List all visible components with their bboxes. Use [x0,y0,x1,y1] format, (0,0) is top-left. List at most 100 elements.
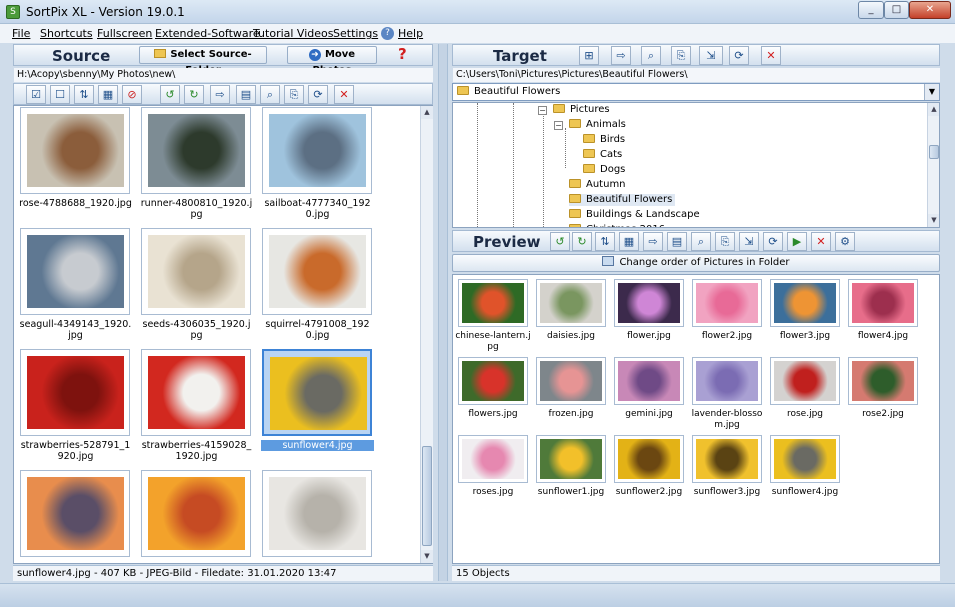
copy-icon[interactable]: ⎘ [284,85,304,104]
tree-expander-icon[interactable]: − [538,106,547,115]
preview-thumbnail[interactable]: chinese-lantern.jpg [455,279,531,353]
copy-icon[interactable]: ⎘ [715,232,735,251]
rotate-left-icon[interactable]: ↺ [550,232,570,251]
target-folder-combo[interactable]: Beautiful Flowers ▼ [452,83,940,101]
sort-icon[interactable]: ⇅ [595,232,615,251]
tree-item[interactable]: Cats [583,149,622,161]
tree-expander-icon[interactable]: − [554,121,563,130]
tree-item[interactable]: Beautiful Flowers [569,194,676,206]
preview-thumbnail[interactable]: flowers.jpg [455,357,531,431]
rotate-right-icon[interactable]: ↻ [184,85,204,104]
delete-icon[interactable]: ✕ [334,85,354,104]
move-icon[interactable]: ⇨ [611,46,631,65]
copy-icon[interactable]: ⎘ [671,46,691,65]
no-icon[interactable]: ⊘ [122,85,142,104]
tree-item[interactable]: Dogs [583,164,625,176]
preview-thumbnail[interactable]: roses.jpg [455,435,531,509]
move-to-icon[interactable]: ⇲ [699,46,723,65]
preview-thumbnail[interactable]: sunflower3.jpg [689,435,765,509]
thumbnail-frame [262,349,372,436]
delete-icon[interactable]: ✕ [761,46,781,65]
scrollbar-thumb[interactable] [422,446,432,546]
menu-help[interactable]: Help [398,27,423,40]
refresh-icon[interactable]: ⟳ [308,85,328,104]
chevron-down-icon[interactable]: ▼ [924,84,939,100]
source-thumbnail[interactable]: seeds-4306035_1920.jpg [140,228,253,346]
select-source-folder-button[interactable]: Select Source-Folder [139,46,267,76]
tree-item[interactable]: Christmas 2016 [569,224,665,227]
tree-item[interactable]: Birds [583,134,625,146]
menu-fullscreen[interactable]: Fullscreen [97,27,152,40]
preview-thumbnail[interactable]: flower.jpg [611,279,687,353]
rotate-right-icon[interactable]: ↻ [572,232,592,251]
thumbnail-image [27,114,124,187]
search-icon[interactable]: ⌕ [641,46,661,65]
source-thumbnail[interactable]: strawberries-4159028_1920.jpg [140,349,253,467]
search-icon[interactable]: ⌕ [260,85,280,104]
source-thumbnail[interactable]: squirrel-4791008_1920.jpg [261,228,374,346]
preview-thumbnail[interactable]: rose2.jpg [845,357,921,431]
menu-extended-software[interactable]: Extended-Software [155,27,260,40]
new-folder-icon[interactable]: ⊞ [579,46,599,65]
folder-icon [569,209,581,218]
tree-scrollbar[interactable]: ▲ ▼ [927,103,939,227]
move-icon[interactable]: ⇨ [210,85,230,104]
source-thumbnail[interactable]: runner-4800810_1920.jpg [140,107,253,225]
move-icon[interactable]: ⇨ [643,232,663,251]
question-icon[interactable]: ? [398,45,407,63]
close-button[interactable]: ✕ [909,1,951,19]
menu-tutorial-videos[interactable]: Tutorial Videos [253,27,334,40]
preview-thumbnail[interactable]: lavender-blossom.jpg [689,357,765,431]
scroll-down-icon[interactable]: ▼ [421,550,433,563]
tree-scrollbar-thumb[interactable] [929,145,939,159]
source-scrollbar[interactable]: ▲ ▼ [420,106,433,563]
preview-thumbnail[interactable]: flower4.jpg [845,279,921,353]
grid-icon[interactable]: ▦ [98,85,118,104]
preview-thumbnail[interactable]: flower3.jpg [767,279,843,353]
move-photos-button[interactable]: ➜Move Photos [287,46,377,76]
menu-file[interactable]: File [12,27,30,40]
rename-icon[interactable]: ▤ [667,232,687,251]
source-thumbnail[interactable]: sunflower4.jpg [261,349,374,467]
source-thumbnail[interactable]: strawberries-528791_1920.jpg [19,349,132,467]
preview-thumbnail[interactable]: sunflower4.jpg [767,435,843,509]
preview-thumbnail[interactable]: daisies.jpg [533,279,609,353]
menu-settings[interactable]: Settings [333,27,378,40]
scroll-down-icon[interactable]: ▼ [928,214,939,227]
preview-thumbnail[interactable]: sunflower2.jpg [611,435,687,509]
tree-item[interactable]: Buildings & Landscape [569,209,700,221]
change-order-label: Change order of Pictures in Folder [619,257,790,268]
panel-splitter[interactable] [438,44,448,581]
check-all-icon[interactable]: ☑ [26,85,46,104]
delete-icon[interactable]: ✕ [811,232,831,251]
refresh-icon[interactable]: ⟳ [763,232,783,251]
minimize-button[interactable]: _ [858,1,884,19]
maximize-button[interactable]: □ [884,1,909,19]
grid-icon[interactable]: ▦ [619,232,639,251]
thumbnail-caption: sunflower1.jpg [537,487,605,497]
sort-icon[interactable]: ⇅ [74,85,94,104]
preview-thumbnail[interactable]: frozen.jpg [533,357,609,431]
preview-thumbnail[interactable]: rose.jpg [767,357,843,431]
preview-thumbnail[interactable]: flower2.jpg [689,279,765,353]
source-thumbnail[interactable]: seagull-4349143_1920.jpg [19,228,132,346]
change-order-button[interactable]: Change order of Pictures in Folder [452,254,940,272]
rename-icon[interactable]: ▤ [236,85,256,104]
preview-thumbnail[interactable]: sunflower1.jpg [533,435,609,509]
source-thumbnail[interactable]: rose-4788688_1920.jpg [19,107,132,225]
scroll-up-icon[interactable]: ▲ [421,106,433,119]
scroll-up-icon[interactable]: ▲ [928,103,939,116]
uncheck-icon[interactable]: ☐ [50,85,70,104]
refresh-icon[interactable]: ⟳ [729,46,749,65]
tree-item[interactable]: Pictures [553,104,610,116]
search-icon[interactable]: ⌕ [691,232,711,251]
preview-thumbnail[interactable]: gemini.jpg [611,357,687,431]
tree-item[interactable]: Autumn [569,179,626,191]
menu-shortcuts[interactable]: Shortcuts [40,27,93,40]
source-thumbnail[interactable]: sailboat-4777340_1920.jpg [261,107,374,225]
play-icon[interactable]: ▶ [787,232,807,251]
tree-item[interactable]: Animals [569,119,626,131]
rotate-left-icon[interactable]: ↺ [160,85,180,104]
move-to-icon[interactable]: ⇲ [739,232,759,251]
settings-icon[interactable]: ⚙ [835,232,855,251]
